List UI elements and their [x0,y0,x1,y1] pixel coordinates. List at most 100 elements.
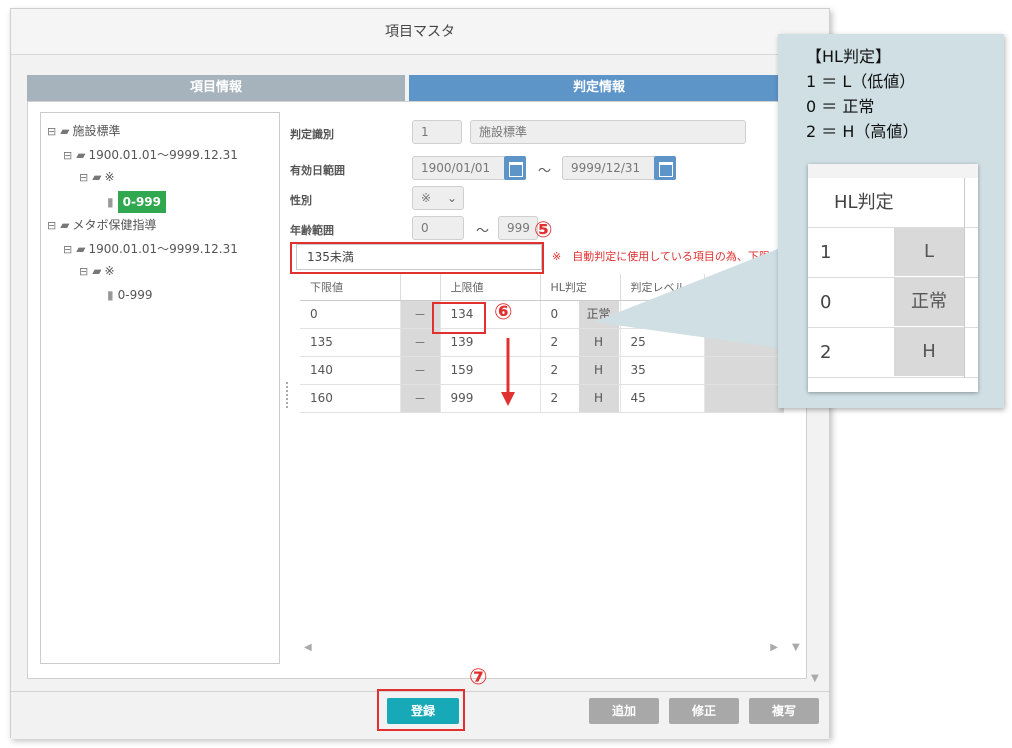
tree-node-label: 施設標準 [72,124,121,138]
col-sep [400,274,441,301]
document-icon: ▮ [107,195,114,209]
collapse-icon[interactable]: ⊟ [47,219,56,232]
folder-open-icon: ▰ [60,124,70,138]
tree-node-date-range-2[interactable]: ⊟ ▰ 1900.01.01～9999.12.31 [63,241,238,257]
hl-code: 2 [550,334,559,349]
age-from-field: 0 [412,216,464,240]
tree-node-metabo[interactable]: ⊟ ▰ メタボ保健指導 [47,217,156,233]
valid-range-label: 有効日範囲 [290,164,345,177]
judge-id-label: 判定識別 [290,128,334,141]
judge-tree: ⊟ ▰ 施設標準 ⊟ ▰ 1900.01.01～9999.12.31 ⊟ ▰ ※ ▮ 0-99… [40,112,280,664]
mini-code: 1 [820,242,832,263]
tree-node-label: 1900.01.01～9999.12.31 [88,242,238,256]
upper-cell[interactable]: 159 [440,356,541,385]
hl-cell[interactable]: 2H [540,384,621,413]
horizontal-scrollbar[interactable]: ◀ ▶ [300,642,792,656]
legend-title: 【HL判定】 [806,47,891,66]
level-cell[interactable]: 45 [620,384,705,413]
mini-header-label: HL判定 [834,192,894,213]
document-icon: ▮ [107,288,114,302]
tree-node-label: 1900.01.01～9999.12.31 [88,148,238,162]
gender-label: 性別 [290,194,312,207]
legend-line-1: 1 ＝ L（低値） [806,72,916,91]
judge-form: 判定識別 1 施設標準 有効日範囲 1900/01/01 ～ 9999/12/3… [290,102,805,677]
highlight-box-register [377,689,465,731]
hl-code: 0 [550,306,559,321]
level-cell[interactable]: 35 [620,356,705,385]
collapse-icon[interactable]: ⊟ [47,125,56,138]
step-7-marker: ⑦ [469,665,488,690]
mini-text: L [894,228,964,276]
hl-code: 2 [550,390,559,405]
down-arrow-icon [501,338,515,406]
filler-cell [704,384,784,413]
mini-text: 正常 [894,278,964,326]
collapse-icon[interactable]: ⊟ [63,149,72,162]
table-row[interactable]: 140 － 159 2H 35 [300,356,784,385]
tree-node-label: 0-999 [117,288,153,302]
gender-select[interactable]: ※ ⌄ [412,186,464,210]
mini-table-topbar [808,164,978,178]
dash-cell: － [400,356,441,385]
add-button[interactable]: 追加 [589,698,659,724]
collapse-icon[interactable]: ⊟ [79,171,88,184]
lower-cell[interactable]: 135 [300,328,401,357]
mini-text: H [894,328,964,376]
folder-open-icon: ▰ [60,218,70,232]
hl-cell[interactable]: 2H [540,356,621,385]
hl-mini-table: HL判定 1 L 0 正常 2 H [808,164,978,392]
mini-code: 2 [820,342,832,363]
filler-cell [704,356,784,385]
window-title: 項目マスタ [11,9,829,55]
highlight-box-condition [290,242,544,274]
lower-cell[interactable]: 0 [300,300,401,329]
col-upper: 上限値 [440,274,541,301]
window-scroll-down-icon[interactable]: ▼ [811,673,819,684]
hl-text: H [578,356,619,384]
lower-cell[interactable]: 160 [300,384,401,413]
range-separator: ～ [538,164,552,179]
age-range-label: 年齢範囲 [290,224,334,237]
tree-node-label: メタボ保健指導 [72,218,157,232]
age-to-field: 999 [498,216,538,240]
calendar-icon[interactable] [504,156,526,180]
callout-pointer [594,248,780,348]
judge-info-panel: ⊟ ▰ 施設標準 ⊟ ▰ 1900.01.01～9999.12.31 ⊟ ▰ ※ ▮ 0-99… [27,101,807,679]
collapse-icon[interactable]: ⊟ [79,265,88,278]
tab-judge-info[interactable]: 判定情報 [409,75,789,101]
mini-header-row: HL判定 [808,178,978,228]
tree-node-gender-2[interactable]: ⊟ ▰ ※ [79,263,115,279]
upper-cell[interactable]: 999 [440,384,541,413]
legend-line-0: 0 ＝ 正常 [806,97,875,116]
folder-open-icon: ▰ [76,148,86,162]
folder-open-icon: ▰ [92,170,102,184]
tree-node-age-range-2[interactable]: ▮ 0-999 [107,287,152,303]
collapse-icon[interactable]: ⊟ [63,243,72,256]
highlight-box-upper [432,302,486,334]
item-master-window: 項目マスタ 項目情報 判定情報 ⊟ ▰ 施設標準 ⊟ ▰ 1900.01.01～9999… [10,8,830,739]
calendar-icon[interactable] [654,156,676,180]
hl-code: 2 [550,362,559,377]
tree-node-label: ※ [104,264,115,278]
tree-node-date-range[interactable]: ⊟ ▰ 1900.01.01～9999.12.31 [63,147,238,163]
scroll-right-icon[interactable]: ▶ [770,642,778,653]
tree-node-age-range-selected[interactable]: ▮ 0-999 [107,191,166,213]
tree-node-label: ※ [104,170,115,184]
scroll-down-icon[interactable]: ▼ [792,642,800,653]
dash-cell: － [400,384,441,413]
list-item: 2 H [808,328,978,378]
hl-legend-callout: 【HL判定】 1 ＝ L（低値） 0 ＝ 正常 2 ＝ H（高値） HL判定 1… [778,34,1004,408]
selected-node-label: 0-999 [117,191,166,213]
tab-item-info[interactable]: 項目情報 [27,75,405,101]
date-from-field[interactable]: 1900/01/01 [412,156,506,180]
table-row[interactable]: 160 － 999 2H 45 [300,384,784,413]
lower-cell[interactable]: 140 [300,356,401,385]
edit-button[interactable]: 修正 [669,698,739,724]
scroll-left-icon[interactable]: ◀ [304,642,312,653]
tree-node-gender[interactable]: ⊟ ▰ ※ [79,169,115,185]
folder-open-icon: ▰ [92,264,102,278]
copy-button[interactable]: 複写 [749,698,819,724]
date-to-field[interactable]: 9999/12/31 [562,156,658,180]
col-lower: 下限値 [300,274,401,301]
tree-node-facility-standard[interactable]: ⊟ ▰ 施設標準 [47,123,120,139]
